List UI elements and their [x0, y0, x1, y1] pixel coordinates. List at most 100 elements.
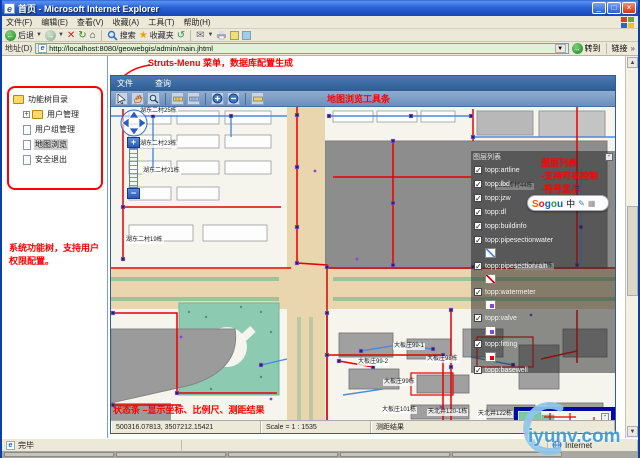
zoom-out-slider-button[interactable]: −: [127, 188, 140, 199]
tree-item[interactable]: + 用户管理: [11, 107, 99, 122]
map-canvas[interactable]: 湖东二村25栋湖东二村23栋湖东二村21栋湖东二村19栋仙山新村44栋仙山新村4…: [111, 107, 615, 422]
print-button[interactable]: [216, 30, 227, 40]
layer-checkbox[interactable]: ✓: [474, 194, 482, 202]
go-icon: →: [572, 43, 583, 54]
symbol-swatch: [485, 248, 496, 258]
close-button[interactable]: ×: [622, 2, 636, 14]
layer-label: topp:dl: [485, 209, 506, 216]
layer-checkbox[interactable]: ✓: [474, 208, 482, 216]
discuss-button[interactable]: [230, 31, 239, 40]
zoom-tool-button[interactable]: [147, 92, 160, 105]
layer-label: topp:pipesectionrain: [485, 263, 548, 270]
sogou-ime-bar[interactable]: Sogou 中 ✎ ▦: [527, 195, 609, 211]
layer-symbol: [471, 299, 615, 311]
go-button[interactable]: → 转到: [572, 43, 601, 54]
layer-item[interactable]: ✓topp:watermeter: [471, 285, 615, 299]
layer-checkbox[interactable]: ✓: [474, 236, 482, 244]
layer-checkbox[interactable]: ✓: [474, 222, 482, 230]
zoom-slider-control[interactable]: + −: [127, 137, 143, 199]
browser-menu-item[interactable]: 编辑(E): [41, 17, 68, 28]
minimize-button[interactable]: _: [592, 2, 606, 14]
layer-checkbox[interactable]: ✓: [474, 340, 482, 348]
layer-item[interactable]: ✓topp:fitting: [471, 337, 615, 351]
tree-item-label: 地图浏览: [34, 139, 68, 150]
ime-pen-icon[interactable]: ✎: [578, 199, 585, 208]
scroll-thumb[interactable]: [627, 206, 638, 296]
tree-expander[interactable]: +: [23, 111, 30, 118]
layer-item[interactable]: ✓topp:pipesectionwater: [471, 233, 615, 247]
layer-label: topp:artline: [485, 167, 520, 174]
layer-item[interactable]: ✓topp:pipesectionrain: [471, 259, 615, 273]
favorites-button[interactable]: ★ 收藏夹: [139, 30, 174, 41]
page-icon: [23, 140, 31, 150]
address-input[interactable]: e http://localhost:8080/geowebgis/admin/…: [35, 43, 568, 54]
messenger-button[interactable]: [242, 31, 251, 40]
zoom-slider-track[interactable]: [129, 148, 138, 188]
links-label[interactable]: 链接: [612, 43, 628, 54]
sogou-logo: Sogou: [532, 194, 563, 212]
back-button[interactable]: ← 后退 ▼: [5, 30, 42, 41]
app-menu-item[interactable]: 文件: [117, 78, 133, 89]
zoom-out-button[interactable]: [227, 92, 240, 105]
search-icon: [107, 30, 118, 41]
layer-item[interactable]: ✓topp:valve: [471, 311, 615, 325]
home-button[interactable]: ⌂: [90, 30, 96, 41]
layer-symbol: [471, 325, 615, 337]
zoom-in-slider-button[interactable]: +: [127, 137, 140, 148]
browser-menu-item[interactable]: 收藏(A): [113, 17, 140, 28]
security-zone: Internet: [565, 441, 592, 450]
address-dropdown[interactable]: ▼: [555, 44, 566, 53]
scroll-down-arrow[interactable]: ▼: [627, 426, 638, 437]
layer-item[interactable]: ✓topp:basewell: [471, 363, 615, 377]
ime-mode-indicator[interactable]: 中: [566, 197, 575, 210]
measure-distance-button[interactable]: [171, 92, 184, 105]
mail-button[interactable]: ✉: [196, 30, 204, 41]
layer-checkbox[interactable]: ✓: [474, 366, 482, 374]
map-building-label: 湖东二村23栋: [139, 141, 178, 148]
forward-button[interactable]: → ▼: [45, 30, 64, 41]
browser-menu-item[interactable]: 工具(T): [148, 17, 174, 28]
layer-checkbox[interactable]: ✓: [474, 288, 482, 296]
layer-label: topp:pipesectionwater: [485, 237, 553, 244]
full-extent-button[interactable]: [251, 92, 264, 105]
folder-icon: [32, 110, 43, 119]
layer-label: topp:valve: [485, 315, 517, 322]
maximize-button[interactable]: □: [607, 2, 621, 14]
tree-item[interactable]: 地图浏览: [11, 137, 99, 152]
search-button[interactable]: 搜索: [107, 30, 136, 41]
layer-checkbox[interactable]: ✓: [474, 180, 482, 188]
tree-item[interactable]: 功能树目录: [11, 92, 99, 107]
pan-tool-button[interactable]: [131, 92, 144, 105]
stop-button[interactable]: ✕: [67, 30, 75, 41]
scroll-up-arrow[interactable]: ▲: [627, 57, 638, 68]
layers-minimize-button[interactable]: -: [605, 153, 613, 161]
refresh-button[interactable]: ↻: [78, 30, 86, 41]
ime-keyboard-icon[interactable]: ▦: [588, 199, 596, 208]
pointer-tool-button[interactable]: [115, 92, 128, 105]
tree-item-label: 用户管理: [46, 109, 80, 120]
page-icon: e: [38, 44, 47, 53]
layer-checkbox[interactable]: ✓: [474, 262, 482, 270]
layer-item[interactable]: ✓topp:buildinfo: [471, 219, 615, 233]
symbol-dot: [490, 330, 494, 334]
layer-checkbox[interactable]: ✓: [474, 314, 482, 322]
history-button[interactable]: ↺: [177, 30, 185, 41]
map-building-label: 大板庄99-1: [393, 343, 425, 350]
page-scrollbar[interactable]: ▲ ▼: [625, 56, 638, 438]
browser-menubar-items: 文件(F) 编辑(E) 查看(V) 收藏(A) 工具(T) 帮助(H): [6, 17, 220, 28]
zoom-in-button[interactable]: [211, 92, 224, 105]
tree-item[interactable]: 用户组管理: [11, 122, 99, 137]
layer-label: topp:watermeter: [485, 289, 536, 296]
browser-menu-item[interactable]: 文件(F): [6, 17, 32, 28]
window-title: 首页 - Microsoft Internet Explorer: [18, 2, 591, 15]
browser-menu-item[interactable]: 查看(V): [77, 17, 104, 28]
back-icon: ←: [5, 30, 16, 41]
page-icon: [23, 125, 31, 135]
tree-item[interactable]: 安全退出: [11, 152, 99, 167]
layer-symbol: [471, 351, 615, 363]
layer-checkbox[interactable]: ✓: [474, 166, 482, 174]
app-menu-item[interactable]: 查询: [155, 78, 171, 89]
pan-compass-control[interactable]: [117, 109, 151, 139]
measure-area-button[interactable]: [187, 92, 200, 105]
browser-menu-item[interactable]: 帮助(H): [183, 17, 210, 28]
